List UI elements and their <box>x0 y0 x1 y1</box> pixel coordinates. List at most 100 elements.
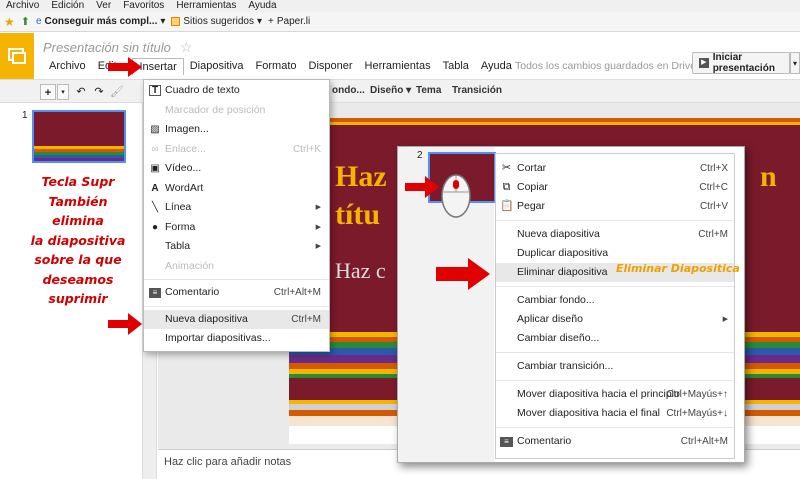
menu-item-link[interactable]: ∞ Enlace... Ctrl+K <box>144 140 329 160</box>
ctx-cut[interactable]: ✂ Cortar Ctrl+X <box>496 159 734 178</box>
ie-icon: e <box>35 16 42 27</box>
text-box-icon: T <box>149 85 161 96</box>
plus-icon: + <box>268 16 274 27</box>
menu-separator <box>496 427 734 428</box>
fav-sitios[interactable]: Sitios sugeridos ▾ <box>171 16 262 27</box>
ctx-change-transition[interactable]: Cambiar transición... <box>496 357 734 376</box>
ctx-duplicate-slide[interactable]: Duplicar diapositiva <box>496 244 734 263</box>
ctx-move-to-start[interactable]: Mover diapositiva hacia el principio Ctrl… <box>496 385 734 404</box>
present-button[interactable]: ▶ Iniciar presentación <box>692 52 790 74</box>
ctx-copy[interactable]: ⧉ Copiar Ctrl+C <box>496 178 734 197</box>
menu-item-shape[interactable]: ● Forma ▶ <box>144 218 329 238</box>
submenu-arrow-icon: ▶ <box>315 204 321 211</box>
ctx-change-layout[interactable]: Cambiar diseño... <box>496 329 734 348</box>
slide-subtitle[interactable]: Haz c <box>335 258 386 284</box>
ie-menu-edicion[interactable]: Edición <box>51 0 84 12</box>
menu-separator <box>496 380 734 381</box>
ctx-change-background[interactable]: Cambiar fondo... <box>496 291 734 310</box>
note-line: elimina <box>52 213 104 228</box>
slide-title-line2[interactable]: títu <box>335 198 380 232</box>
ctx-new-slide[interactable]: Nueva diapositiva Ctrl+M <box>496 225 734 244</box>
fav-paperli[interactable]: + Paper.li <box>268 16 310 27</box>
menu-archivo[interactable]: Archivo <box>43 58 92 75</box>
menu-separator <box>144 279 329 280</box>
ie-menu-ver[interactable]: Ver <box>96 0 111 12</box>
ie-menu-favoritos[interactable]: Favoritos <box>123 0 164 12</box>
play-icon: ▶ <box>699 58 709 68</box>
ctx-apply-layout[interactable]: Aplicar diseño ▶ <box>496 310 734 329</box>
background-label[interactable]: ondo... <box>332 85 365 96</box>
menu-formato[interactable]: Formato <box>250 58 303 75</box>
mouse-icon <box>440 172 472 220</box>
slides-logo[interactable] <box>0 33 34 79</box>
note-line: deseamos <box>42 271 114 287</box>
menu-item-wordart[interactable]: A WordArt <box>144 179 329 199</box>
menu-item-image[interactable]: ▨ Imagen... <box>144 120 329 140</box>
annotation-red-note: Tecla Supr También elimina la diapositiv… <box>22 172 134 309</box>
menu-item-import-slides[interactable]: Importar diapositivas... <box>144 329 329 349</box>
slide-thumbnail[interactable] <box>32 110 126 163</box>
menu-item-comment[interactable]: ≡ Comentario Ctrl+Alt+M <box>144 283 329 303</box>
ctx-paste[interactable]: 📋 Pegar Ctrl+V <box>496 197 734 216</box>
layout-label: Diseño <box>370 85 404 96</box>
arrow-icon <box>405 176 439 198</box>
note-line: También <box>48 193 108 209</box>
ctx-comment[interactable]: ≡ Comentario Ctrl+Alt+M <box>496 432 734 451</box>
ctx-move-to-end[interactable]: Mover diapositiva hacia el final Ctrl+May… <box>496 404 734 423</box>
fav-conseguir[interactable]: e Conseguir más compl... ▾ <box>36 16 165 27</box>
undo-icon[interactable]: ↶ <box>74 84 88 100</box>
scissors-icon: ✂ <box>501 162 512 174</box>
present-button-label: Iniciar presentación <box>712 52 775 74</box>
slide-title-suffix[interactable]: n <box>760 160 777 194</box>
layout-button[interactable]: Diseño ▾ <box>370 85 411 96</box>
new-slide-dropdown-icon[interactable]: ▾ <box>57 84 69 100</box>
favorites-bar: ★ ⬆ e Conseguir más compl... ▾ Sitios sug… <box>0 12 800 32</box>
note-line: sobre la que <box>34 252 122 267</box>
add-favorite-icon[interactable]: ⬆ <box>21 15 30 28</box>
menu-diapositiva[interactable]: Diapositiva <box>184 58 250 75</box>
insert-menu: T Cuadro de texto Marcador de posición ▨ I… <box>143 79 330 352</box>
ie-menu-archivo[interactable]: Archivo <box>6 0 39 12</box>
note-line: Tecla Supr <box>41 174 115 189</box>
note-line: la diapositiva <box>30 232 126 248</box>
menu-tabla[interactable]: Tabla <box>437 58 475 75</box>
line-icon: ╲ <box>151 202 159 213</box>
present-dropdown-icon[interactable]: ▾ <box>790 52 800 74</box>
menu-item-text-box[interactable]: T Cuadro de texto <box>144 81 329 101</box>
favorites-star-icon[interactable]: ★ <box>4 15 15 29</box>
menu-item-line[interactable]: ╲ Línea ▶ <box>144 198 329 218</box>
star-icon[interactable]: ☆ <box>180 39 193 56</box>
slide-title-line1[interactable]: Haz <box>335 160 387 194</box>
comment-icon: ≡ <box>500 437 513 447</box>
menu-ayuda[interactable]: Ayuda <box>475 58 518 75</box>
ie-menu-bar: Archivo Edición Ver Favoritos Herramient… <box>0 0 800 12</box>
comment-icon: ≡ <box>149 288 161 298</box>
menu-disponer[interactable]: Disponer <box>303 58 359 75</box>
submenu-arrow-icon: ▶ <box>722 316 728 323</box>
redo-icon[interactable]: ↷ <box>92 84 106 100</box>
menu-item-animation[interactable]: Animación <box>144 257 329 277</box>
new-slide-icon[interactable]: + <box>40 84 56 100</box>
sitios-icon <box>171 17 181 26</box>
menu-item-new-slide[interactable]: Nueva diapositiva Ctrl+M <box>144 309 329 329</box>
annotation-yellow-note: Eliminar Diapositica <box>616 262 740 275</box>
slide-number: 1 <box>22 110 28 121</box>
arrow-icon <box>108 57 142 77</box>
document-title[interactable]: Presentación sin título <box>43 40 171 55</box>
arrow-icon <box>436 258 490 290</box>
shape-icon: ● <box>151 221 159 233</box>
transition-button[interactable]: Transición <box>452 85 502 96</box>
paint-format-icon[interactable]: 🖌 <box>110 84 124 100</box>
context-menu: ✂ Cortar Ctrl+X ⧉ Copiar Ctrl+C 📋 Pegar Ctrl+V… <box>495 153 735 459</box>
menu-herramientas[interactable]: Herramientas <box>359 58 437 75</box>
theme-button[interactable]: Tema <box>416 85 441 96</box>
menu-separator <box>496 286 734 287</box>
menu-item-video[interactable]: ▣ Vídeo... <box>144 159 329 179</box>
paste-icon: 📋 <box>500 200 514 212</box>
menu-item-table[interactable]: Tabla ▶ <box>144 237 329 257</box>
ie-menu-herramientas[interactable]: Herramientas <box>176 0 236 12</box>
ie-menu-ayuda[interactable]: Ayuda <box>248 0 276 12</box>
submenu-arrow-icon: ▶ <box>315 223 321 231</box>
save-status: Todos los cambios guardados en Drive <box>515 60 696 72</box>
menu-item-placeholder[interactable]: Marcador de posición <box>144 101 329 121</box>
